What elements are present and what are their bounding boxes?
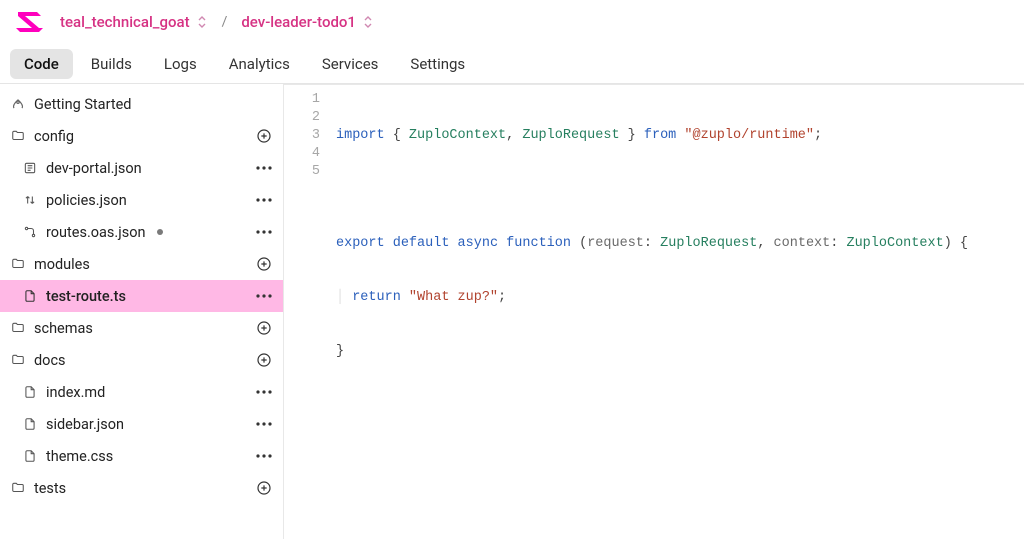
route-icon — [22, 225, 38, 239]
tab-logs[interactable]: Logs — [150, 49, 211, 79]
folder-icon — [10, 481, 26, 495]
folder-docs[interactable]: docs — [0, 344, 283, 376]
breadcrumb-org[interactable]: teal_technical_goat — [60, 13, 208, 31]
selector-icon — [362, 16, 374, 28]
file-icon — [22, 289, 38, 303]
code-line: export default async function (request: … — [336, 235, 1024, 253]
zuplo-logo — [14, 8, 46, 36]
file-test-route[interactable]: test-route.ts — [0, 280, 283, 312]
add-icon[interactable] — [255, 479, 273, 497]
folder-config[interactable]: config — [0, 120, 283, 152]
line-gutter: 1 2 3 4 5 — [284, 87, 332, 539]
folder-icon — [10, 257, 26, 271]
tab-code[interactable]: Code — [10, 49, 73, 79]
folder-label: tests — [34, 480, 247, 497]
add-icon[interactable] — [255, 351, 273, 369]
code-content[interactable]: import { ZuploContext, ZuploRequest } fr… — [332, 87, 1024, 539]
main: Getting Started config dev-portal.json — [0, 84, 1024, 539]
tab-builds[interactable]: Builds — [77, 49, 146, 79]
sidebar-item-getting-started[interactable]: Getting Started — [0, 88, 283, 120]
folder-label: schemas — [34, 320, 247, 337]
line-number: 3 — [284, 127, 320, 145]
line-number: 1 — [284, 91, 320, 109]
more-icon[interactable] — [255, 191, 273, 209]
more-icon[interactable] — [255, 415, 273, 433]
folder-schemas[interactable]: schemas — [0, 312, 283, 344]
selector-icon — [196, 16, 208, 28]
file-label: index.md — [46, 384, 247, 401]
file-routes[interactable]: routes.oas.json — [0, 216, 283, 248]
file-label: theme.css — [46, 448, 247, 465]
breadcrumb-org-label: teal_technical_goat — [60, 13, 190, 31]
breadcrumb-project-label: dev-leader-todo1 — [241, 13, 356, 31]
file-dev-portal[interactable]: dev-portal.json — [0, 152, 283, 184]
line-number: 5 — [284, 163, 320, 181]
file-label: dev-portal.json — [46, 160, 247, 177]
modified-indicator-icon — [157, 229, 163, 235]
updown-icon — [22, 193, 38, 207]
more-icon[interactable] — [255, 223, 273, 241]
breadcrumb-project[interactable]: dev-leader-todo1 — [241, 13, 374, 31]
folder-modules[interactable]: modules — [0, 248, 283, 280]
code-line: } — [336, 343, 1024, 361]
folder-label: docs — [34, 352, 247, 369]
folder-label: config — [34, 128, 247, 145]
file-sidebar-json[interactable]: sidebar.json — [0, 408, 283, 440]
file-label: policies.json — [46, 192, 247, 209]
file-icon — [22, 385, 38, 399]
file-label: test-route.ts — [46, 288, 247, 305]
file-icon — [22, 417, 38, 431]
tab-analytics[interactable]: Analytics — [215, 49, 304, 79]
topbar: teal_technical_goat / dev-leader-todo1 — [0, 0, 1024, 44]
file-index-md[interactable]: index.md — [0, 376, 283, 408]
nav-tabs: Code Builds Logs Analytics Services Sett… — [0, 44, 1024, 84]
file-label: routes.oas.json — [46, 224, 145, 241]
more-icon[interactable] — [255, 447, 273, 465]
add-icon[interactable] — [255, 127, 273, 145]
folder-icon — [10, 321, 26, 335]
file-icon — [22, 161, 38, 175]
tab-services[interactable]: Services — [308, 49, 393, 79]
add-icon[interactable] — [255, 319, 273, 337]
file-policies[interactable]: policies.json — [0, 184, 283, 216]
file-icon — [22, 449, 38, 463]
folder-label: modules — [34, 256, 247, 273]
file-tree: Getting Started config dev-portal.json — [0, 84, 284, 539]
code-line: import { ZuploContext, ZuploRequest } fr… — [336, 127, 1024, 145]
file-label: sidebar.json — [46, 416, 247, 433]
add-icon[interactable] — [255, 255, 273, 273]
more-icon[interactable] — [255, 159, 273, 177]
code-editor[interactable]: 1 2 3 4 5 import { ZuploContext, ZuploRe… — [284, 84, 1024, 539]
line-number: 4 — [284, 145, 320, 163]
folder-tests[interactable]: tests — [0, 472, 283, 504]
code-line: │ return "What zup?"; — [336, 289, 1024, 307]
sidebar-item-label: Getting Started — [34, 96, 273, 113]
breadcrumb-separator: / — [222, 14, 228, 30]
more-icon[interactable] — [255, 287, 273, 305]
tab-settings[interactable]: Settings — [396, 49, 479, 79]
file-theme-css[interactable]: theme.css — [0, 440, 283, 472]
code-line — [336, 181, 1024, 199]
folder-icon — [10, 129, 26, 143]
line-number: 2 — [284, 109, 320, 127]
more-icon[interactable] — [255, 383, 273, 401]
rocket-icon — [10, 97, 26, 111]
folder-icon — [10, 353, 26, 367]
